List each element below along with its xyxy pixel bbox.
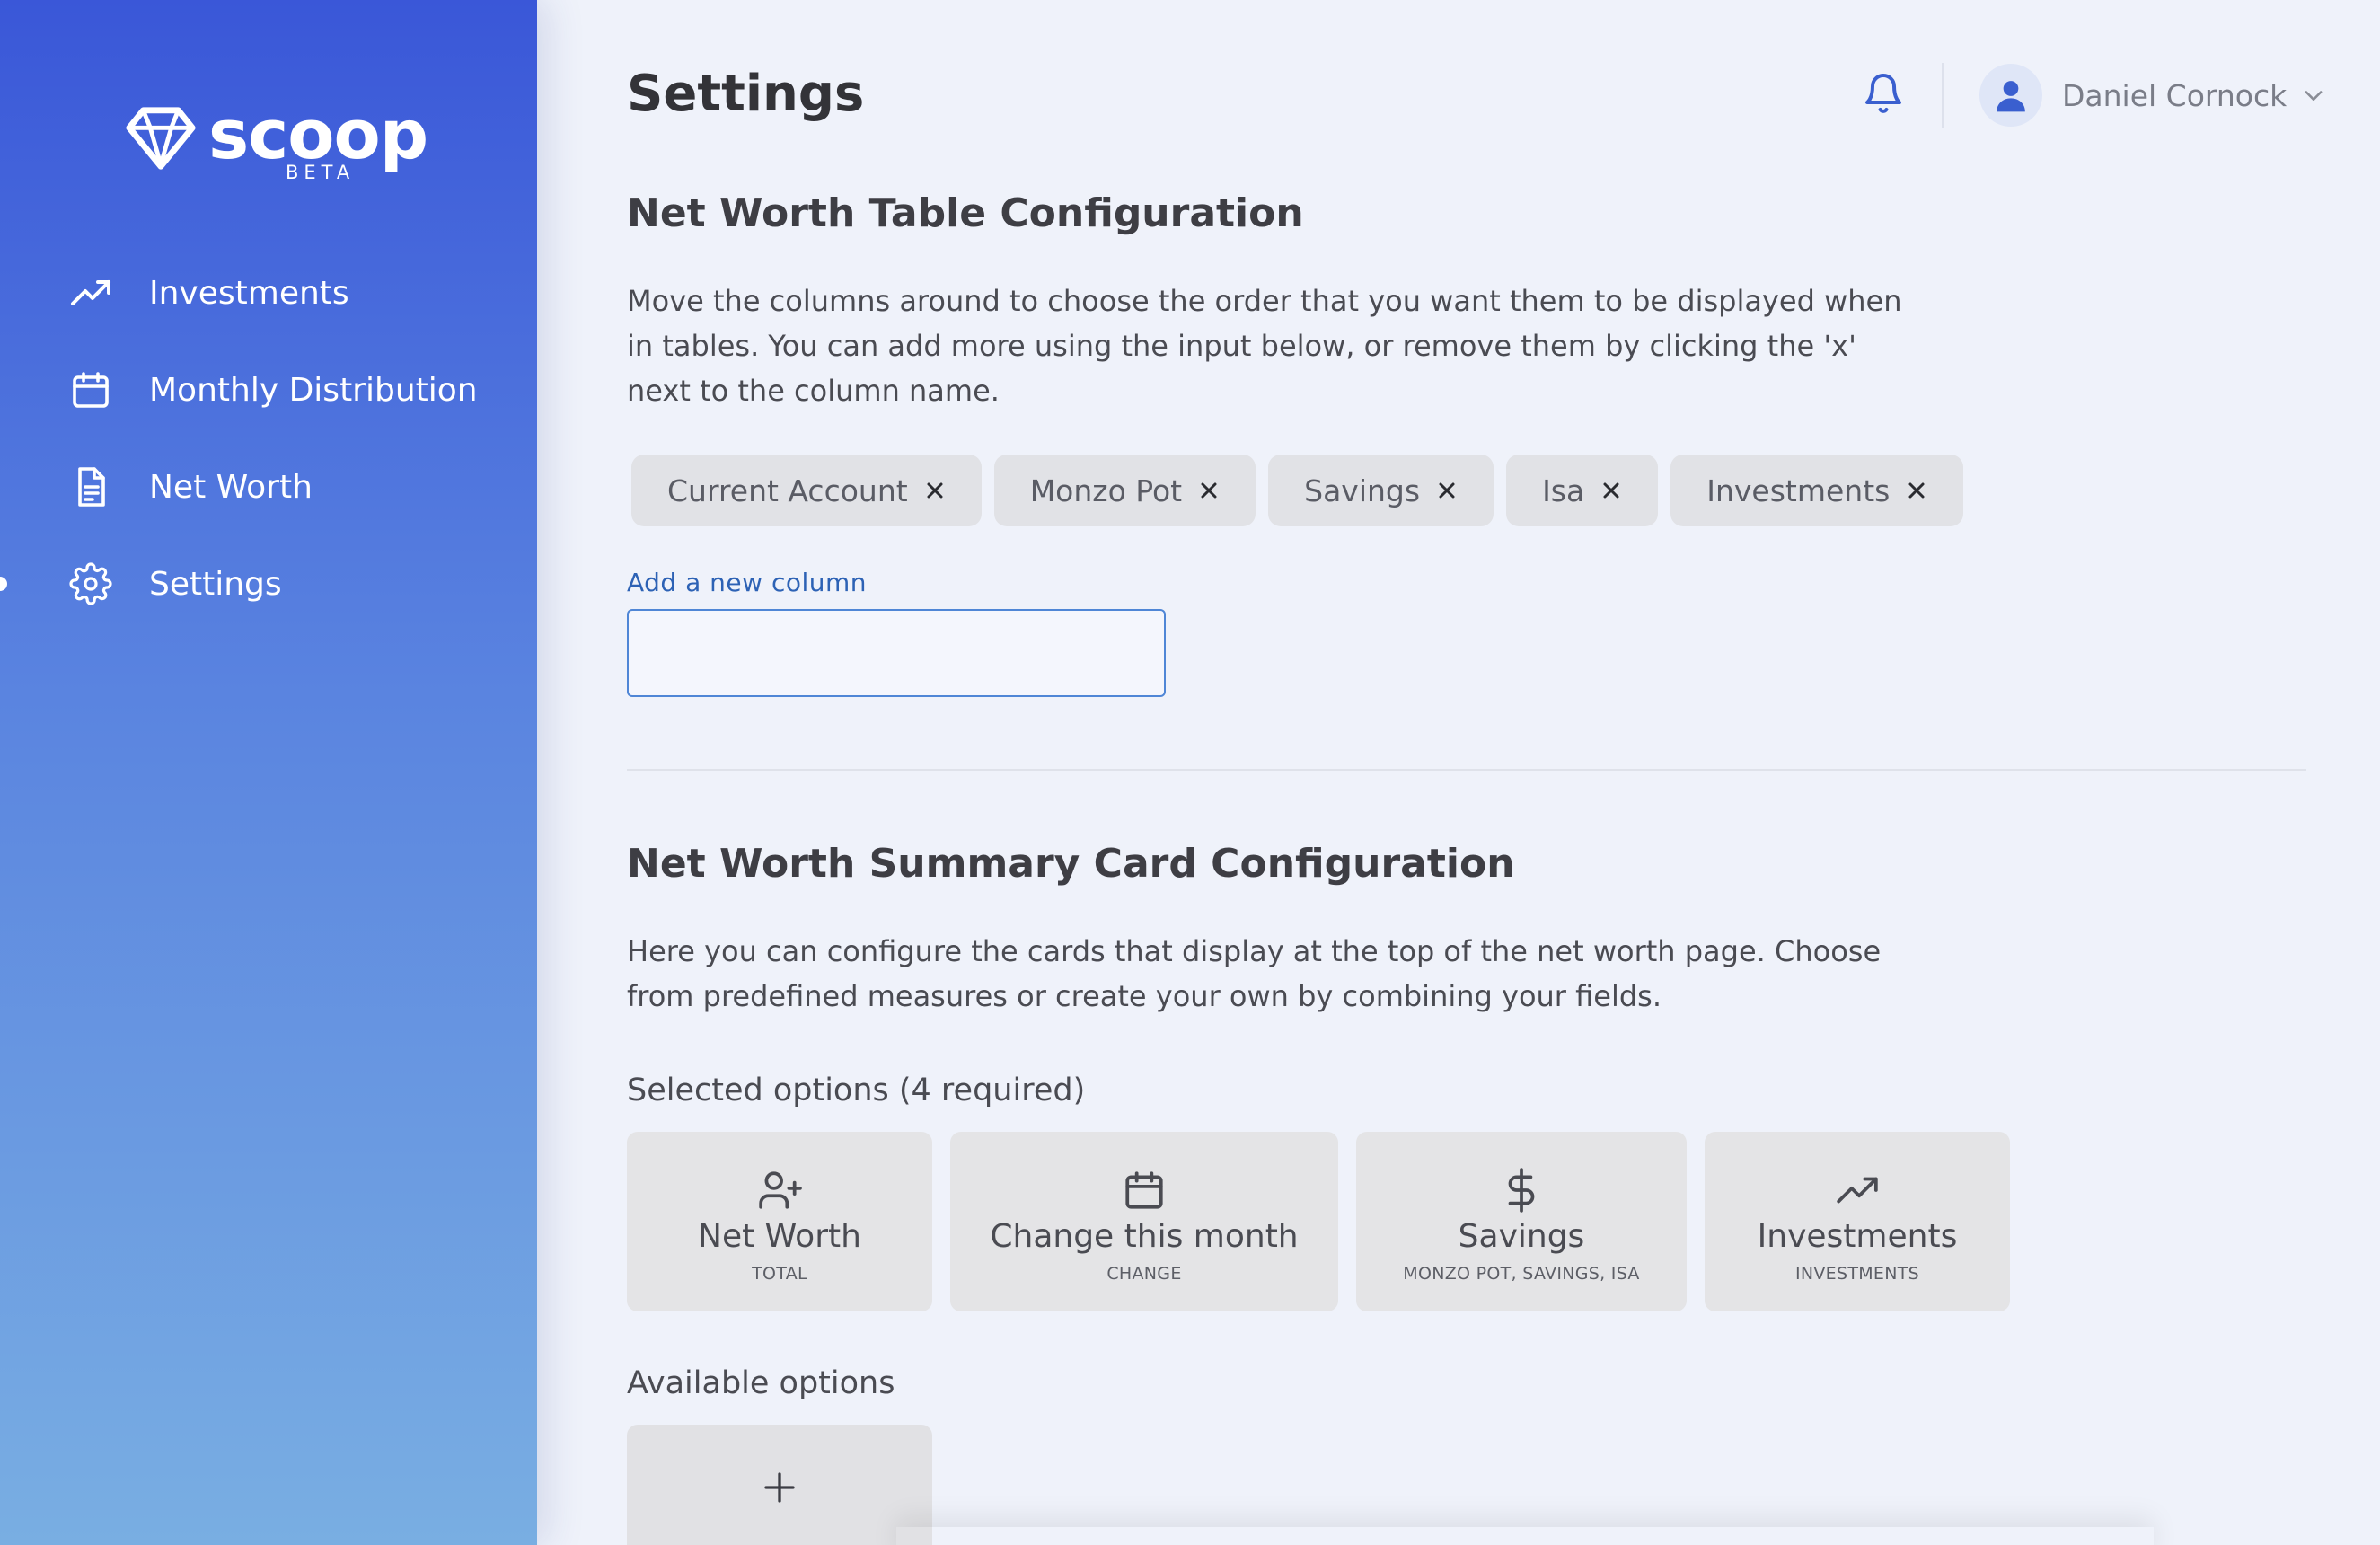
trending-up-icon bbox=[68, 270, 113, 315]
card-title: Change this month bbox=[990, 1218, 1299, 1255]
card-subtitle: INVESTMENTS bbox=[1794, 1264, 1920, 1284]
brand-tag: BETA bbox=[286, 162, 356, 183]
diamond-icon bbox=[126, 107, 196, 170]
sidebar-item-monthly-distribution[interactable]: Monthly Distribution bbox=[0, 341, 537, 438]
trending-up-icon bbox=[1835, 1168, 1880, 1213]
column-chip[interactable]: Isa bbox=[1506, 455, 1659, 526]
column-chip[interactable]: Current Account bbox=[631, 455, 982, 526]
chevron-down-icon bbox=[2305, 91, 2323, 101]
section-divider bbox=[627, 769, 2306, 771]
card-title: Net Worth bbox=[698, 1218, 861, 1255]
sidebar-nav: Investments Monthly Distribution Net Wor… bbox=[0, 244, 537, 632]
column-chip-label: Isa bbox=[1542, 472, 1585, 508]
summary-config-description: Here you can configure the cards that di… bbox=[627, 934, 1882, 1013]
gear-icon bbox=[68, 561, 113, 606]
add-option-button[interactable] bbox=[627, 1425, 932, 1545]
card-subtitle: MONZO POT, SAVINGS, ISA bbox=[1403, 1264, 1640, 1284]
column-chip-label: Investments bbox=[1706, 472, 1891, 508]
sidebar-item-settings[interactable]: Settings bbox=[0, 535, 537, 632]
user-plus-icon bbox=[757, 1168, 802, 1213]
table-config-description: Move the columns around to choose the or… bbox=[627, 284, 1902, 408]
main-content: Settings Daniel Cornock Net Worth Table … bbox=[537, 0, 2380, 1545]
column-chips: Current Account Monzo Pot Savings Isa In… bbox=[631, 455, 1964, 526]
calendar-icon bbox=[68, 367, 113, 412]
calendar-icon bbox=[1122, 1168, 1167, 1213]
column-chip[interactable]: Investments bbox=[1670, 455, 1964, 526]
brand-logo[interactable]: scoop BETA bbox=[126, 94, 428, 183]
sidebar-item-net-worth[interactable]: Net Worth bbox=[0, 438, 537, 535]
close-icon[interactable] bbox=[924, 480, 946, 501]
selected-options-label: Selected options (4 required) bbox=[627, 1073, 1086, 1108]
bell-icon[interactable] bbox=[1862, 70, 1905, 117]
new-column-label: Add a new column bbox=[627, 568, 868, 597]
page-title: Settings bbox=[627, 65, 865, 123]
brand-name: scoop bbox=[208, 94, 428, 174]
plus-icon bbox=[764, 1472, 795, 1503]
summary-config-title: Net Worth Summary Card Configuration bbox=[627, 841, 1515, 887]
sidebar: scoop BETA Investments Monthly Distribut… bbox=[0, 0, 537, 1545]
table-config-title: Net Worth Table Configuration bbox=[627, 190, 1304, 236]
summary-card-change-this-month[interactable]: Change this month CHANGE bbox=[950, 1132, 1338, 1311]
column-chip-label: Current Account bbox=[667, 472, 908, 508]
close-icon[interactable] bbox=[1906, 480, 1927, 501]
active-indicator bbox=[0, 577, 7, 591]
sidebar-item-label: Monthly Distribution bbox=[149, 371, 478, 409]
user-name: Daniel Cornock bbox=[2062, 77, 2287, 113]
card-subtitle: TOTAL bbox=[752, 1264, 807, 1284]
user-menu[interactable]: Daniel Cornock bbox=[1979, 63, 2326, 128]
dollar-icon bbox=[1499, 1168, 1544, 1213]
new-column-input[interactable] bbox=[627, 609, 1166, 697]
card-title: Savings bbox=[1458, 1218, 1585, 1255]
summary-card-investments[interactable]: Investments INVESTMENTS bbox=[1705, 1132, 2010, 1311]
card-subtitle: CHANGE bbox=[1106, 1264, 1182, 1284]
avatar bbox=[1979, 64, 2042, 127]
close-icon[interactable] bbox=[1600, 480, 1622, 501]
document-icon bbox=[68, 464, 113, 509]
topbar-divider bbox=[1942, 63, 1944, 128]
available-options-label: Available options bbox=[627, 1365, 895, 1401]
sidebar-item-label: Net Worth bbox=[149, 468, 313, 506]
bottom-shadow bbox=[896, 1527, 2154, 1545]
sidebar-item-investments[interactable]: Investments bbox=[0, 244, 537, 341]
sidebar-item-label: Investments bbox=[149, 274, 349, 312]
column-chip-label: Monzo Pot bbox=[1029, 472, 1183, 508]
card-title: Investments bbox=[1757, 1218, 1958, 1255]
summary-card-net-worth[interactable]: Net Worth TOTAL bbox=[627, 1132, 932, 1311]
column-chip[interactable]: Savings bbox=[1268, 455, 1494, 526]
sidebar-item-label: Settings bbox=[149, 565, 282, 603]
summary-card-savings[interactable]: Savings MONZO POT, SAVINGS, ISA bbox=[1356, 1132, 1687, 1311]
column-chip-label: Savings bbox=[1304, 472, 1421, 508]
user-icon bbox=[1997, 81, 2025, 112]
column-chip[interactable]: Monzo Pot bbox=[993, 455, 1256, 526]
close-icon[interactable] bbox=[1198, 480, 1220, 501]
close-icon[interactable] bbox=[1436, 480, 1458, 501]
